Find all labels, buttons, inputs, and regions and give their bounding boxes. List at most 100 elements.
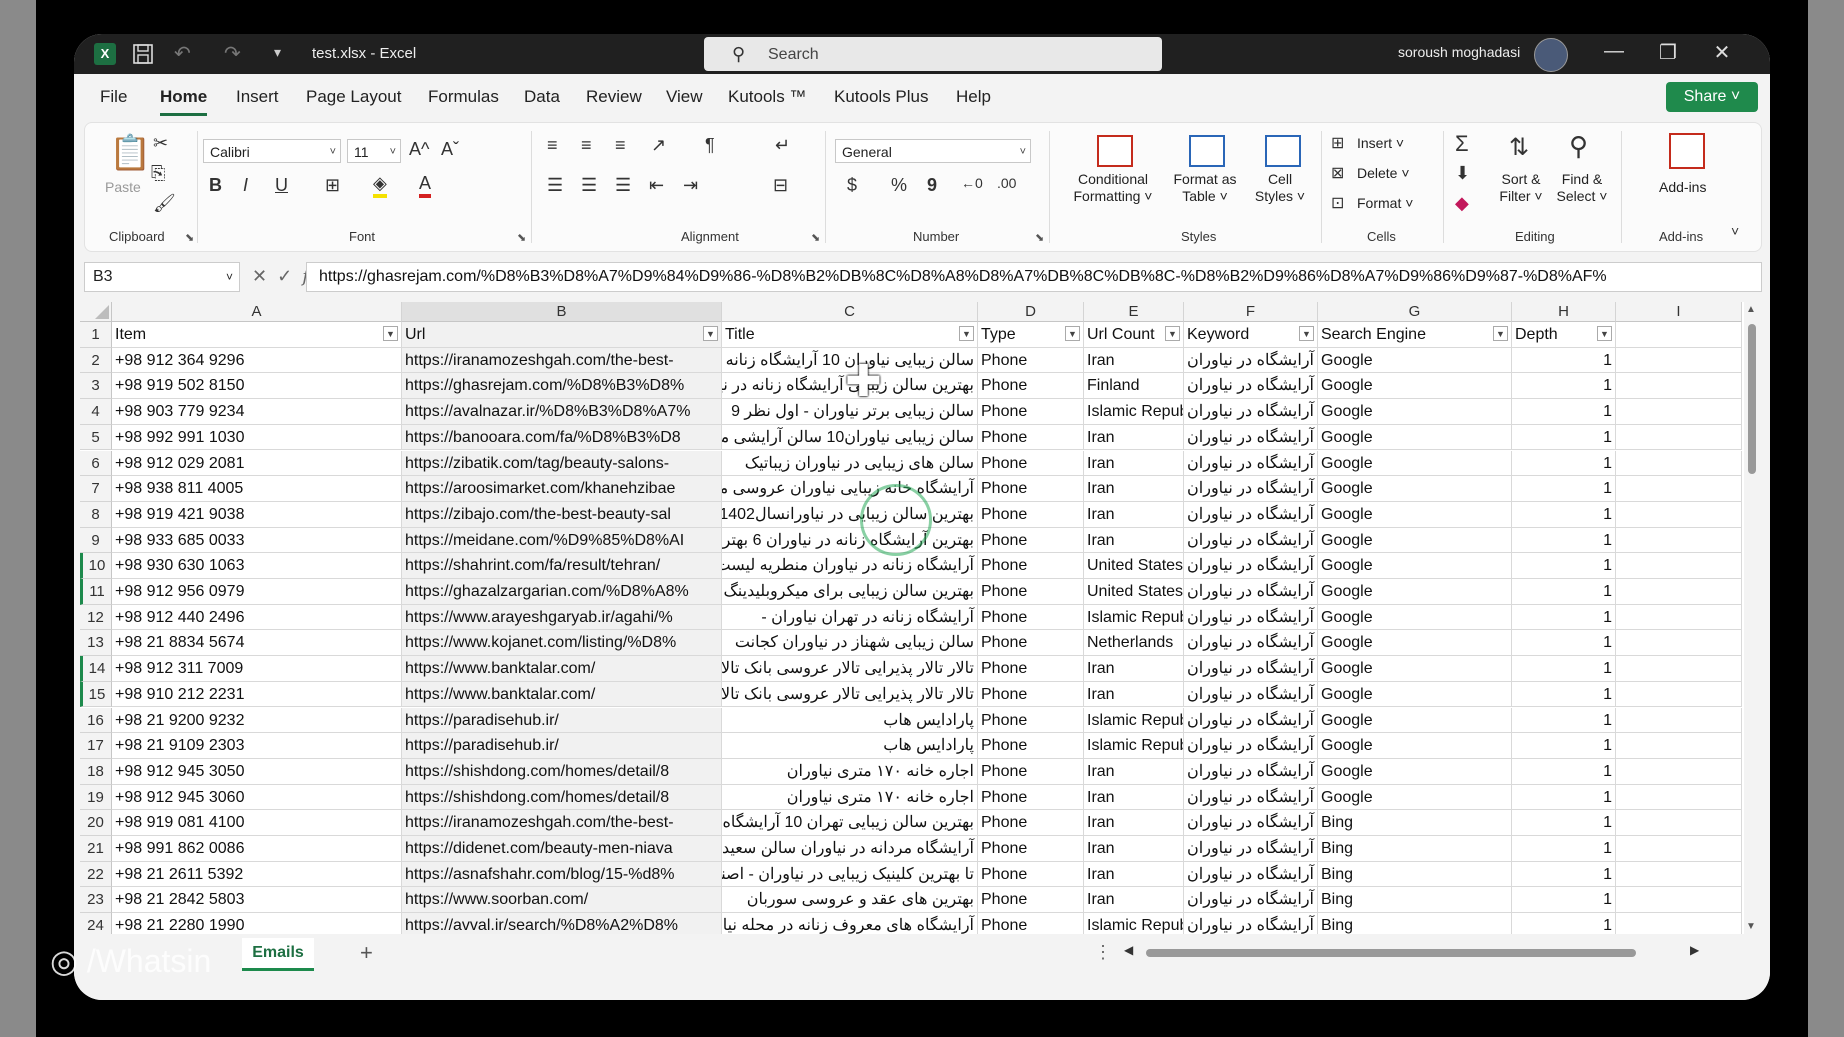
table-cell[interactable]: Islamic Republic xyxy=(1084,913,1184,934)
table-cell[interactable]: آرایشگاه در نیاوران xyxy=(1184,527,1318,554)
row-header[interactable]: 8 xyxy=(80,501,112,528)
align-top-icon[interactable]: ≡ xyxy=(547,135,558,156)
table-cell[interactable]: https://www.banktalar.com/ xyxy=(402,681,722,708)
table-cell[interactable]: Islamic Republic xyxy=(1084,604,1184,631)
number-format-select[interactable]: General ˅ xyxy=(835,139,1031,163)
table-cell[interactable]: +98 912 029 2081 xyxy=(112,450,402,477)
table-cell[interactable] xyxy=(1616,630,1742,657)
table-cell[interactable]: 1 xyxy=(1512,810,1616,836)
header-cell[interactable]: Item ▼ xyxy=(112,322,402,348)
table-cell[interactable]: https://banooara.com/fa/%D8%B3%D8 xyxy=(402,424,722,451)
row-header[interactable]: 1 xyxy=(80,322,112,348)
customize-qat-icon[interactable]: ▾ xyxy=(274,44,281,61)
table-cell[interactable]: Google xyxy=(1318,347,1512,374)
align-middle-icon[interactable]: ≡ xyxy=(581,135,592,156)
row-header[interactable]: 18 xyxy=(80,758,112,785)
cell-styles-button[interactable]: Cell Styles ˅ xyxy=(1247,171,1313,205)
borders-icon[interactable]: ⊞ xyxy=(325,175,340,196)
table-cell[interactable]: اجاره خانه ۱۷۰ متری نیاوران xyxy=(722,758,978,785)
worksheet-grid[interactable]: ▲ ▼ A B C D E F G H I 1 Item ▼ Url ▼ Title ▼ Type ▼ Url Co… xyxy=(80,302,1760,934)
table-cell[interactable]: Bing xyxy=(1318,861,1512,888)
row-header[interactable]: 20 xyxy=(80,810,112,836)
table-cell[interactable]: Phone xyxy=(978,707,1084,734)
format-as-table-icon[interactable] xyxy=(1189,135,1225,167)
table-cell[interactable]: +98 992 991 1030 xyxy=(112,424,402,451)
table-cell[interactable]: Google xyxy=(1318,604,1512,631)
cut-icon[interactable]: ✂ xyxy=(153,133,168,154)
table-cell[interactable]: Google xyxy=(1318,476,1512,502)
merge-center-icon[interactable]: ⊟ xyxy=(773,175,788,196)
cancel-entry-icon[interactable]: ✕ xyxy=(252,266,267,286)
table-cell[interactable] xyxy=(1616,681,1742,708)
table-cell[interactable]: بهترین آرایشگاه زنانه در نیاوران 6 بهتری… xyxy=(722,527,978,554)
row-header[interactable]: 2 xyxy=(80,347,112,374)
table-cell[interactable]: Phone xyxy=(978,476,1084,502)
table-cell[interactable]: +98 933 685 0033 xyxy=(112,527,402,554)
table-cell[interactable]: آرایشگاه در نیاوران xyxy=(1184,553,1318,579)
table-cell[interactable]: Phone xyxy=(978,784,1084,811)
add-ins-icon[interactable] xyxy=(1669,133,1705,169)
tab-page-layout[interactable]: Page Layout xyxy=(306,87,401,107)
table-cell[interactable]: 1 xyxy=(1512,630,1616,657)
conditional-formatting-icon[interactable] xyxy=(1097,135,1133,167)
font-launcher-icon[interactable]: ⬊ xyxy=(517,231,526,244)
align-bottom-icon[interactable]: ≡ xyxy=(615,135,626,156)
table-cell[interactable]: +98 21 9200 9232 xyxy=(112,707,402,734)
find-select-icon[interactable]: ⚲ xyxy=(1569,131,1588,162)
tab-insert[interactable]: Insert xyxy=(236,87,279,107)
align-center-icon[interactable]: ☰ xyxy=(581,175,597,196)
currency-button[interactable]: $ xyxy=(847,175,857,196)
table-cell[interactable]: آرایشگاه در نیاوران xyxy=(1184,733,1318,759)
table-cell[interactable]: آرایشگاه در نیاوران xyxy=(1184,810,1318,836)
column-header[interactable]: H xyxy=(1512,302,1616,322)
row-header[interactable]: 12 xyxy=(80,604,112,631)
table-cell[interactable]: https://meidane.com/%D9%85%D8%AI xyxy=(402,527,722,554)
undo-icon[interactable]: ↶ xyxy=(174,41,191,66)
table-cell[interactable]: Phone xyxy=(978,681,1084,708)
fill-color-icon[interactable]: ◈ xyxy=(373,173,387,198)
table-cell[interactable]: +98 912 945 3050 xyxy=(112,758,402,785)
table-cell[interactable]: بهترین سالن زیبایی در نیاورانسال1402 لیس… xyxy=(722,501,978,528)
table-cell[interactable]: +98 910 212 2231 xyxy=(112,681,402,708)
tab-kutools[interactable]: Kutools ™ xyxy=(728,87,806,107)
table-cell[interactable]: 1 xyxy=(1512,604,1616,631)
table-cell[interactable]: Phone xyxy=(978,630,1084,657)
table-cell[interactable]: آرایشگاه های معروف زنانه در محله نیاوران xyxy=(722,913,978,934)
delete-cells-button[interactable]: Delete ˅ xyxy=(1357,165,1410,181)
table-cell[interactable]: Phone xyxy=(978,861,1084,888)
table-cell[interactable]: Iran xyxy=(1084,861,1184,888)
paste-icon[interactable]: 📋 xyxy=(109,133,151,173)
underline-button[interactable]: U xyxy=(275,175,288,196)
confirm-entry-icon[interactable]: ✓ xyxy=(277,266,292,286)
table-cell[interactable]: آرایشگاه در نیاوران xyxy=(1184,579,1318,605)
scroll-left-icon[interactable]: ◀ xyxy=(1124,943,1133,957)
format-cells-icon[interactable]: ⊡ xyxy=(1331,193,1344,213)
table-cell[interactable]: Google xyxy=(1318,527,1512,554)
table-cell[interactable]: آرایشگاه در نیاوران xyxy=(1184,424,1318,451)
table-cell[interactable]: آرایشگاه در نیاوران xyxy=(1184,861,1318,888)
table-cell[interactable]: Google xyxy=(1318,399,1512,425)
number-launcher-icon[interactable]: ⬊ xyxy=(1035,231,1044,244)
table-cell[interactable]: Iran xyxy=(1084,656,1184,682)
column-header[interactable]: C xyxy=(722,302,978,322)
table-cell[interactable]: Phone xyxy=(978,913,1084,934)
table-cell[interactable]: +98 21 8834 5674 xyxy=(112,630,402,657)
filter-dropdown-icon[interactable]: ▼ xyxy=(1299,326,1314,341)
table-cell[interactable]: Phone xyxy=(978,656,1084,682)
table-cell[interactable]: 1 xyxy=(1512,836,1616,862)
row-header[interactable]: 19 xyxy=(80,784,112,811)
scroll-down-icon[interactable]: ▼ xyxy=(1746,921,1756,932)
table-cell[interactable]: 1 xyxy=(1512,527,1616,554)
table-cell[interactable]: آرایشگاه در نیاوران xyxy=(1184,630,1318,657)
filter-dropdown-icon[interactable]: ▼ xyxy=(1165,326,1180,341)
table-cell[interactable]: بهترین سالن زیبایی برای میکروبلیدینگ و xyxy=(722,579,978,605)
column-header[interactable]: G xyxy=(1318,302,1512,322)
table-cell[interactable]: Phone xyxy=(978,810,1084,836)
horizontal-scroll-thumb[interactable] xyxy=(1146,949,1636,957)
table-cell[interactable]: +98 21 2280 1990 xyxy=(112,913,402,934)
share-button[interactable]: Share ˅ xyxy=(1666,82,1758,112)
table-cell[interactable] xyxy=(1616,424,1742,451)
table-cell[interactable]: Google xyxy=(1318,553,1512,579)
formula-input[interactable]: https://ghasrejam.com/%D8%B3%D8%A7%D9%84… xyxy=(306,262,1762,292)
sheet-tab-emails[interactable]: Emails xyxy=(242,938,314,971)
